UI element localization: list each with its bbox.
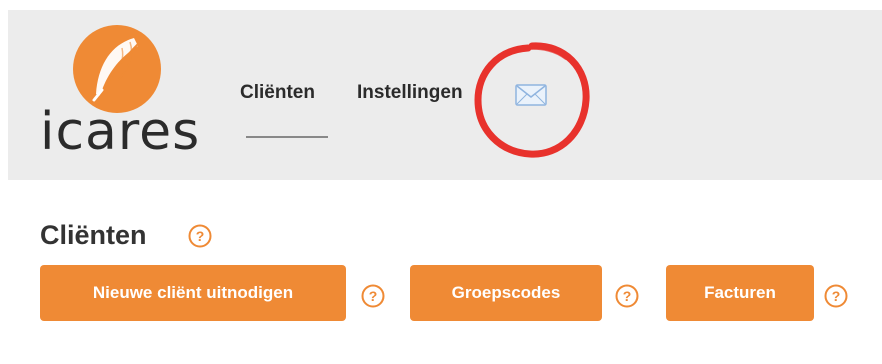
feather-icon[interactable] (72, 24, 162, 114)
page-title: Cliënten (40, 220, 147, 250)
help-icon[interactable]: ? (361, 284, 385, 308)
invoices-button[interactable]: Facturen (666, 265, 814, 321)
svg-text:?: ? (196, 228, 205, 244)
envelope-icon[interactable] (515, 84, 547, 106)
nav-active-indicator (246, 136, 328, 138)
svg-text:?: ? (832, 288, 841, 304)
svg-text:?: ? (623, 288, 632, 304)
help-icon[interactable]: ? (188, 224, 212, 248)
page: icares Cliënten Instellingen Cliënten ? … (0, 0, 882, 364)
brand-wordmark[interactable]: icares (40, 102, 200, 162)
help-icon[interactable]: ? (824, 284, 848, 308)
svg-text:?: ? (369, 288, 378, 304)
group-codes-button[interactable]: Groepscodes (410, 265, 602, 321)
nav-item-instellingen[interactable]: Instellingen (357, 82, 463, 104)
invite-client-button[interactable]: Nieuwe cliënt uitnodigen (40, 265, 346, 321)
nav-item-clienten[interactable]: Cliënten (240, 82, 315, 104)
help-icon[interactable]: ? (615, 284, 639, 308)
